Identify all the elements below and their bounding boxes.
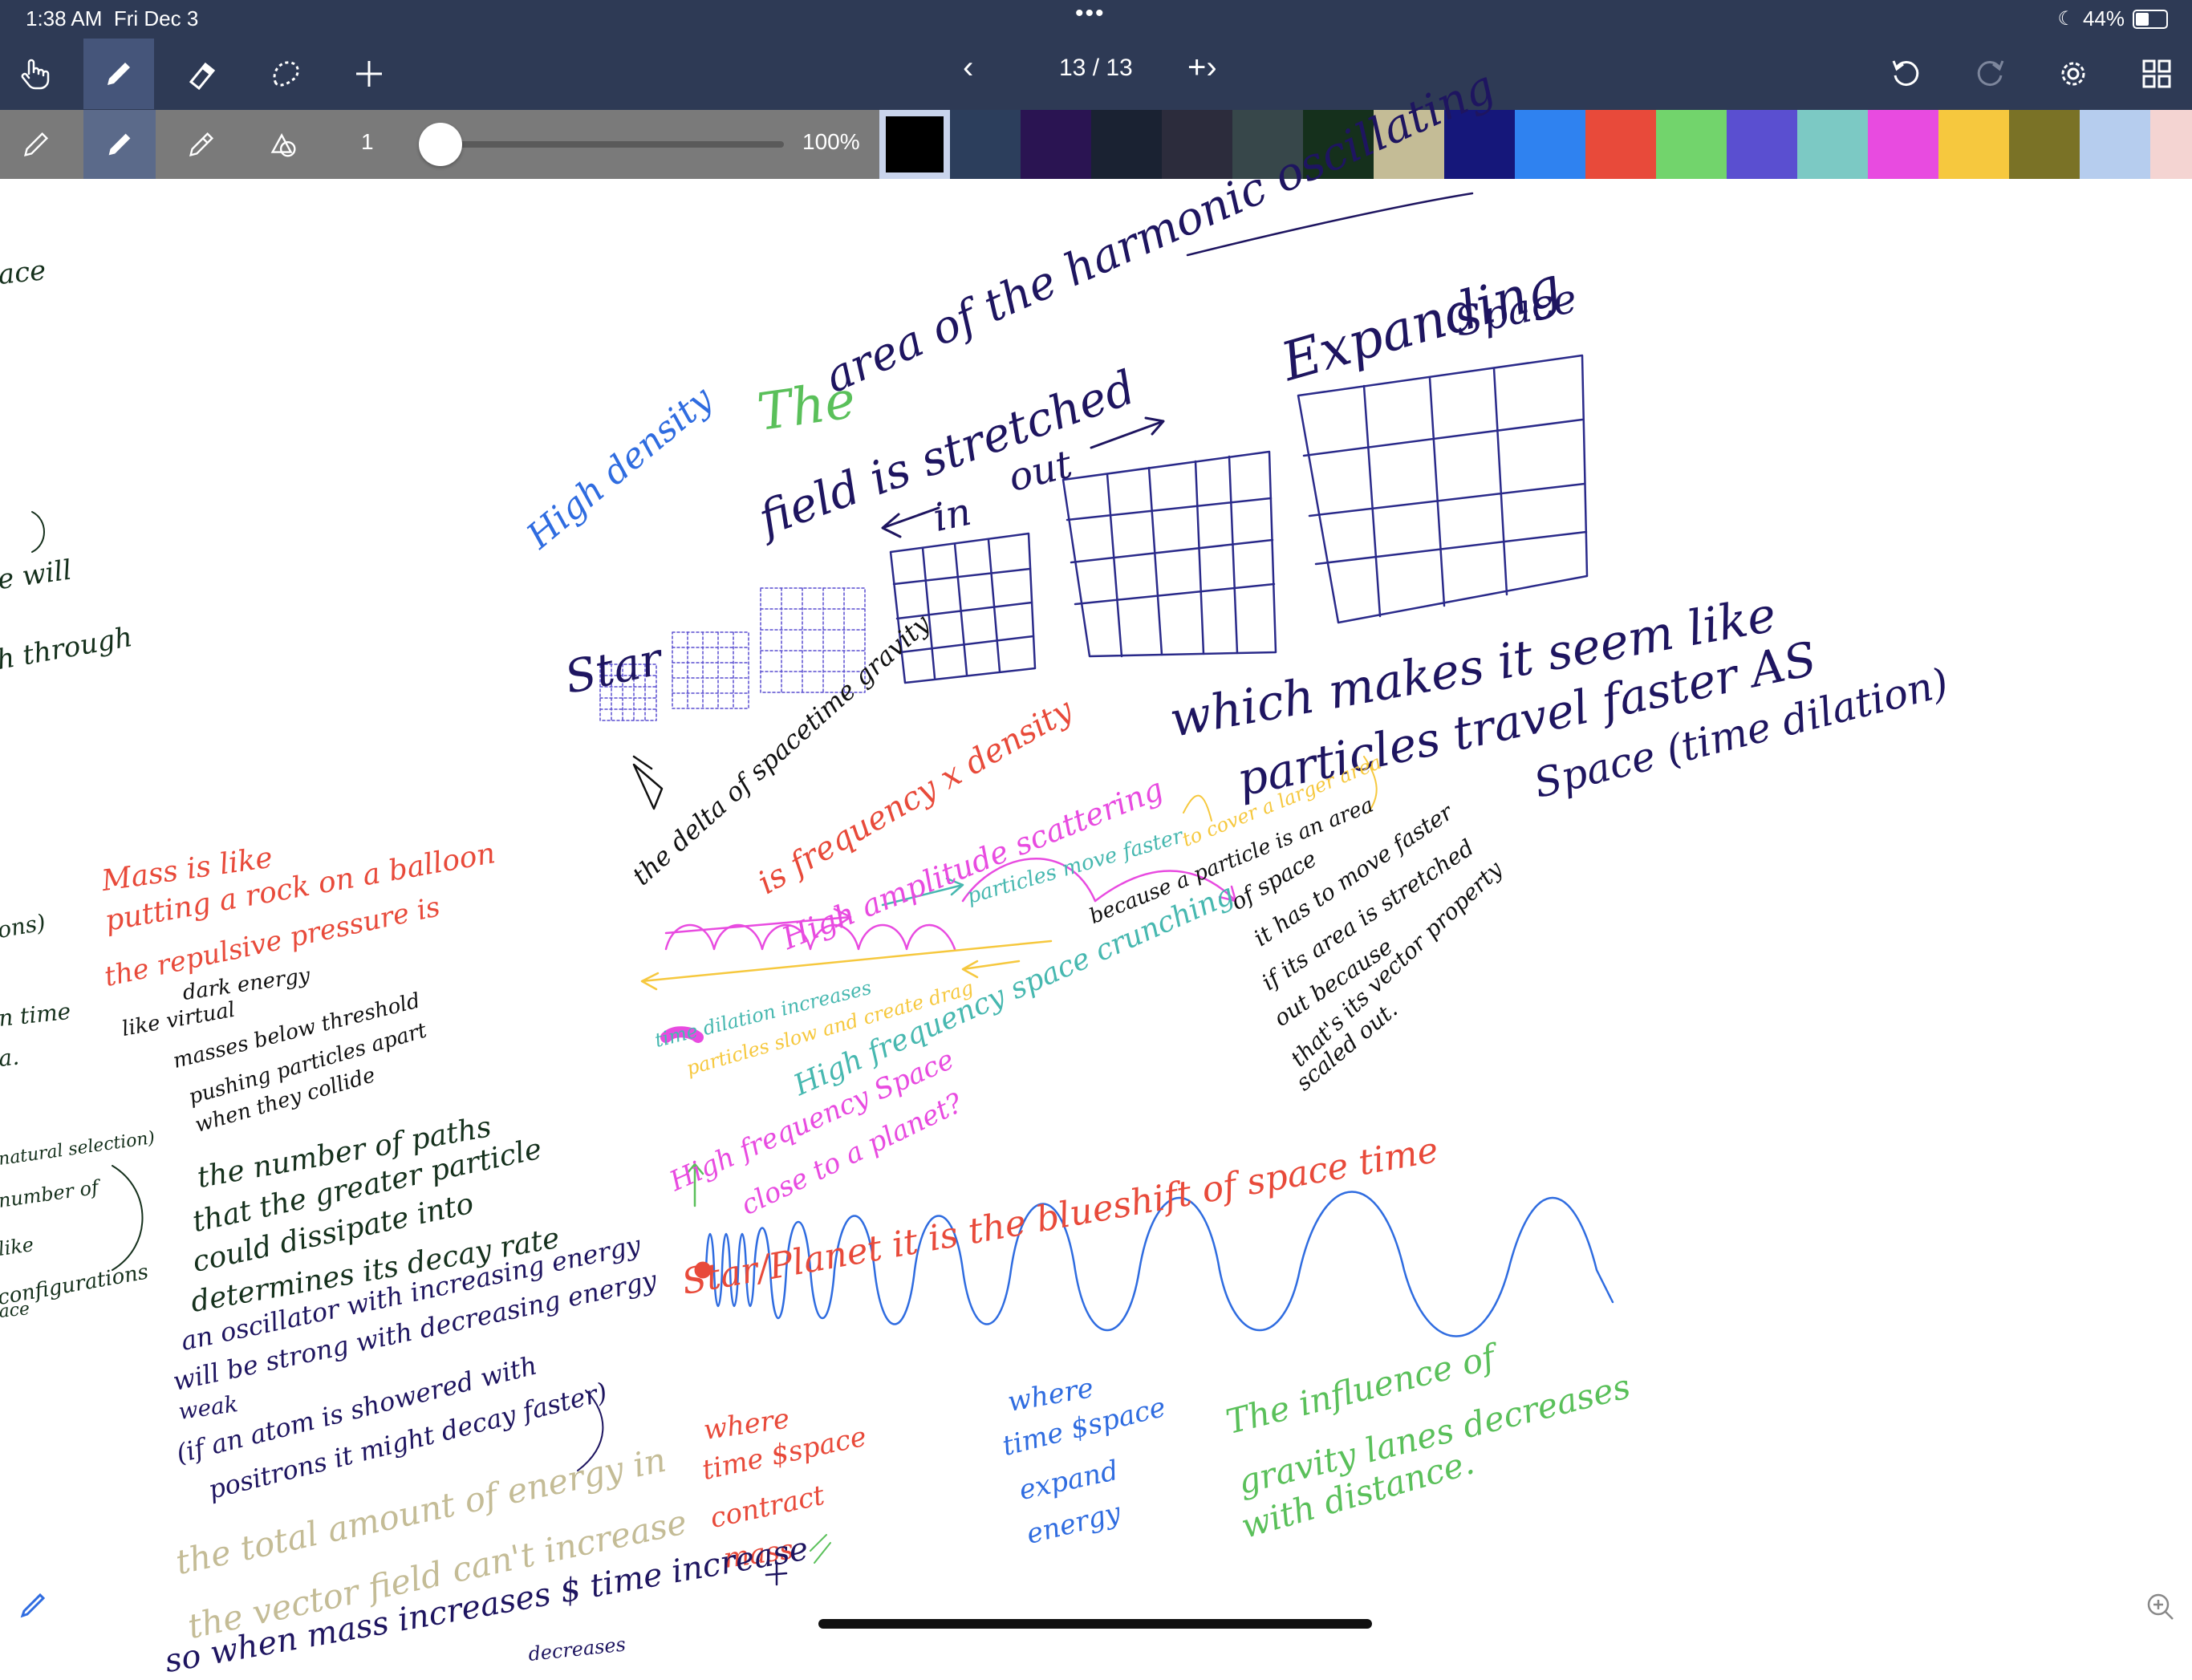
battery-icon <box>2133 9 2168 29</box>
color-swatch[interactable] <box>1727 110 1797 179</box>
grid-icon <box>2142 59 2171 88</box>
pen-shortcut-icon[interactable] <box>18 1589 50 1621</box>
undo-icon <box>1892 60 1919 87</box>
color-swatch[interactable] <box>2009 110 2080 179</box>
home-indicator[interactable] <box>818 1619 1372 1629</box>
color-palette <box>879 110 2192 179</box>
eraser-icon <box>189 62 216 91</box>
color-swatch[interactable] <box>1938 110 2009 179</box>
color-swatch[interactable] <box>1585 110 1656 179</box>
lasso-tool-button[interactable] <box>250 39 321 109</box>
grid-view-button[interactable] <box>2121 39 2192 109</box>
opacity-value[interactable]: 100% <box>802 129 860 155</box>
color-swatch[interactable] <box>1091 110 1162 179</box>
pen-icon <box>108 133 131 156</box>
next-page-button[interactable]: +› <box>1187 50 1217 86</box>
status-time: 1:38 AM Fri Dec 3 <box>26 6 199 30</box>
battery-percent: 44% <box>2082 6 2125 30</box>
brush-pen-button[interactable] <box>165 110 237 179</box>
color-swatch[interactable] <box>1162 110 1232 179</box>
plus-icon <box>356 61 382 87</box>
redo-icon <box>1977 60 2004 87</box>
color-swatch[interactable] <box>2150 110 2192 179</box>
multitasking-dots[interactable]: ••• <box>1075 0 1106 27</box>
stroke-size-slider[interactable] <box>437 141 784 148</box>
stroke-size-slider-knob[interactable] <box>419 123 462 166</box>
color-swatch[interactable] <box>879 110 950 179</box>
lasso-icon <box>273 61 299 87</box>
add-tool-button[interactable] <box>334 39 404 109</box>
handwritten-note: ace <box>0 254 48 291</box>
handwritten-note: a. <box>0 1043 21 1072</box>
color-swatch[interactable] <box>1656 110 1727 179</box>
hand-icon <box>21 59 50 90</box>
zoom-icon[interactable] <box>2142 1589 2178 1624</box>
page-indicator[interactable]: 13 / 13 <box>1059 55 1133 82</box>
note-canvas[interactable]: The area of the harmonic oscillating field… <box>0 60 2192 1680</box>
moon-icon: ☾ <box>2057 8 2075 30</box>
undo-button[interactable] <box>1871 39 1942 109</box>
battery-indicator: ☾ 44% <box>2057 6 2168 31</box>
hand-tool-button[interactable] <box>0 39 71 109</box>
redo-button[interactable] <box>1955 39 2025 109</box>
color-swatch[interactable] <box>1797 110 1868 179</box>
previous-page-button[interactable]: ‹ <box>963 50 973 86</box>
pen-options-bar: 1 100% <box>0 110 2192 179</box>
color-swatch[interactable] <box>1515 110 1585 179</box>
shapes-icon <box>270 133 296 157</box>
gear-icon <box>2061 62 2085 86</box>
color-swatch[interactable] <box>1868 110 1938 179</box>
color-swatch[interactable] <box>2080 110 2150 179</box>
status-date: Fri Dec 3 <box>113 6 199 30</box>
color-swatch[interactable] <box>950 110 1021 179</box>
pen-tool-button[interactable] <box>83 39 154 109</box>
ballpoint-pen-button[interactable] <box>83 110 156 179</box>
shape-tool-button[interactable] <box>247 110 319 179</box>
top-toolbar: 1:38 AM Fri Dec 3 ••• ☾ 44% ‹ 13 / 13 +› <box>0 0 2192 110</box>
stroke-size-value: 1 <box>361 129 374 154</box>
pen-icon <box>108 63 130 85</box>
settings-button[interactable] <box>2038 39 2109 109</box>
handwritten-note: ace <box>0 1299 31 1322</box>
color-swatch[interactable] <box>1021 110 1091 179</box>
eraser-tool-button[interactable] <box>167 39 237 109</box>
fountain-pen-button[interactable] <box>0 110 72 179</box>
marker-icon <box>189 132 214 157</box>
pencil-outline-icon <box>23 132 49 157</box>
